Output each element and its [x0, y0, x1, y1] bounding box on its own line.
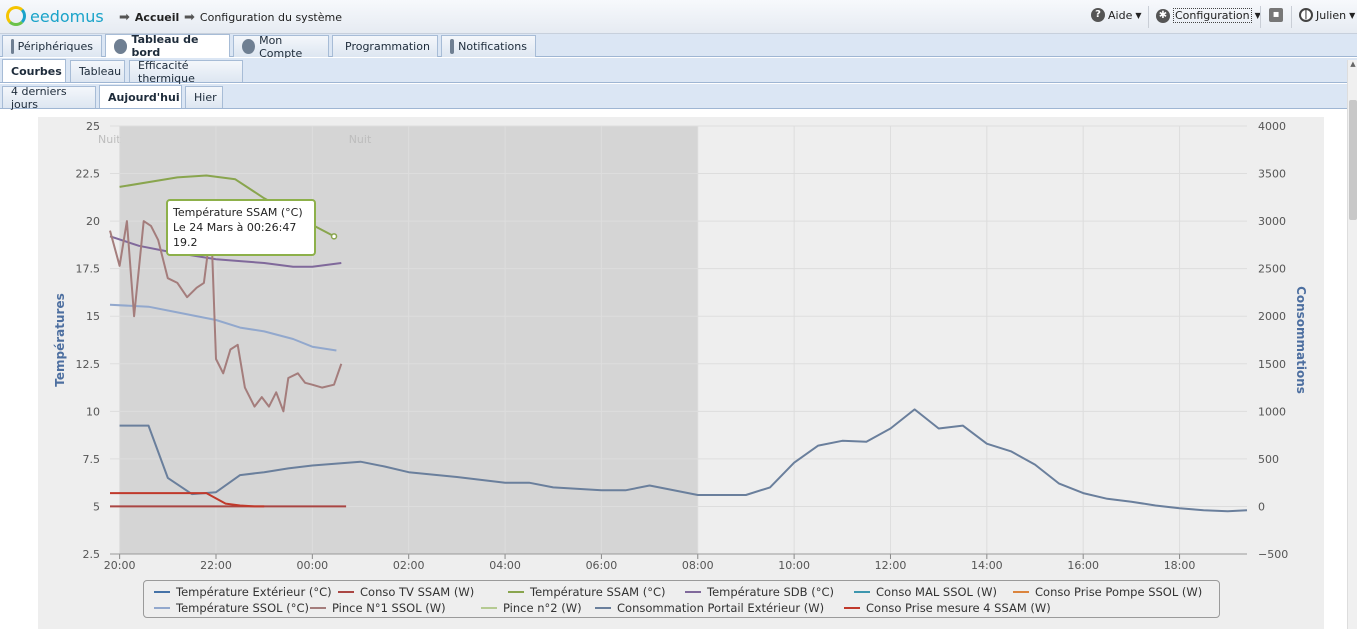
y-right-tick-label: 2000 — [1258, 310, 1286, 323]
y-right-axis-title: Consommations — [1294, 286, 1308, 394]
legend-label: Conso TV SSAM (W) — [360, 585, 475, 599]
legend-label: Température SSOL (°C) — [176, 601, 309, 615]
y-left-tick-label: 22.5 — [76, 168, 101, 181]
legend-item[interactable]: Température SDB (°C) — [685, 585, 834, 599]
legend-label: Pince n°2 (W) — [503, 601, 582, 615]
x-tick-label: 20:00 — [104, 559, 136, 572]
y-right-tick-label: 4000 — [1258, 120, 1286, 133]
hover-point-marker — [330, 233, 338, 240]
tooltip-title: Température SSAM (°C) — [173, 206, 303, 219]
y-right-tick-label: 1500 — [1258, 358, 1286, 371]
x-tick-label: 14:00 — [971, 559, 1003, 572]
legend-item[interactable]: Conso TV SSAM (W) — [338, 585, 474, 599]
legend-label: Conso MAL SSOL (W) — [876, 585, 997, 599]
y-right-tick-label: −500 — [1258, 548, 1288, 561]
legend-swatch — [154, 591, 170, 593]
legend-item[interactable]: Conso Prise Pompe SSOL (W) — [1013, 585, 1202, 599]
legend-swatch — [854, 591, 870, 593]
x-tick-label: 00:00 — [296, 559, 328, 572]
x-tick-label: 10:00 — [778, 559, 810, 572]
x-tick-label: 18:00 — [1164, 559, 1196, 572]
legend-swatch — [685, 591, 701, 593]
legend-swatch — [595, 607, 611, 609]
y-left-tick-label: 15 — [86, 310, 100, 323]
legend-swatch — [310, 607, 326, 609]
y-right-tick-label: 2500 — [1258, 263, 1286, 276]
legend-item[interactable]: Conso Prise mesure 4 SSAM (W) — [844, 601, 1051, 615]
legend-swatch — [481, 607, 497, 609]
legend-label: Température SDB (°C) — [707, 585, 834, 599]
x-tick-label: 12:00 — [875, 559, 907, 572]
x-tick-label: 16:00 — [1067, 559, 1099, 572]
legend-label: Conso Prise Pompe SSOL (W) — [1035, 585, 1203, 599]
legend-swatch — [844, 607, 860, 609]
y-right-tick-label: 3500 — [1258, 168, 1286, 181]
legend-item[interactable]: Température SSAM (°C) — [508, 585, 666, 599]
legend-item[interactable]: Pince N°1 SSOL (W) — [310, 601, 446, 615]
x-tick-label: 06:00 — [586, 559, 618, 572]
band-label: Nuit — [98, 133, 121, 146]
legend-item[interactable]: Conso MAL SSOL (W) — [854, 585, 997, 599]
legend-label: Consommation Portail Extérieur (W) — [617, 601, 825, 615]
y-left-axis-title: Températures — [53, 293, 67, 386]
y-right-tick-label: 1000 — [1258, 405, 1286, 418]
x-tick-label: 08:00 — [682, 559, 714, 572]
y-left-tick-label: 17.5 — [76, 263, 101, 276]
y-left-tick-label: 20 — [86, 215, 100, 228]
tooltip-value: 19.2 — [173, 236, 198, 249]
legend-label: Température Extérieur (°C) — [176, 585, 332, 599]
chart-tooltip: Température SSAM (°C) Le 24 Mars à 00:26… — [166, 199, 316, 256]
legend-item[interactable]: Consommation Portail Extérieur (W) — [595, 601, 824, 615]
y-left-tick-label: 2.5 — [83, 548, 101, 561]
x-tick-label: 02:00 — [393, 559, 425, 572]
y-left-tick-label: 12.5 — [76, 358, 101, 371]
legend-label: Température SSAM (°C) — [530, 585, 666, 599]
tooltip-date: Le 24 Mars à 00:26:47 — [173, 221, 297, 234]
y-right-tick-label: 0 — [1258, 500, 1265, 513]
legend-swatch — [508, 591, 524, 593]
y-left-tick-label: 25 — [86, 120, 100, 133]
y-left-tick-label: 5 — [93, 500, 100, 513]
x-tick-label: 22:00 — [200, 559, 232, 572]
line-chart: Nuit Nuit 25 4000 22.5 3500 20 3000 17.5 2500 15 2… — [53, 120, 1308, 572]
legend-item[interactable]: Température Extérieur (°C) — [154, 585, 332, 599]
legend-swatch — [1013, 591, 1029, 593]
x-tick-label: 04:00 — [489, 559, 521, 572]
legend-item[interactable]: Pince n°2 (W) — [481, 601, 582, 615]
legend-item[interactable]: Température SSOL (°C) — [154, 601, 309, 615]
legend-swatch — [154, 607, 170, 609]
legend-swatch — [338, 591, 354, 593]
band-label: Nuit — [349, 133, 372, 146]
chart-legend: Température Extérieur (°C) Conso TV SSAM … — [143, 580, 1220, 618]
y-left-tick-label: 7.5 — [83, 453, 101, 466]
y-left-tick-label: 10 — [86, 405, 100, 418]
legend-label: Conso Prise mesure 4 SSAM (W) — [866, 601, 1051, 615]
legend-label: Pince N°1 SSOL (W) — [332, 601, 446, 615]
y-right-tick-label: 3000 — [1258, 215, 1286, 228]
y-right-tick-label: 500 — [1258, 453, 1279, 466]
